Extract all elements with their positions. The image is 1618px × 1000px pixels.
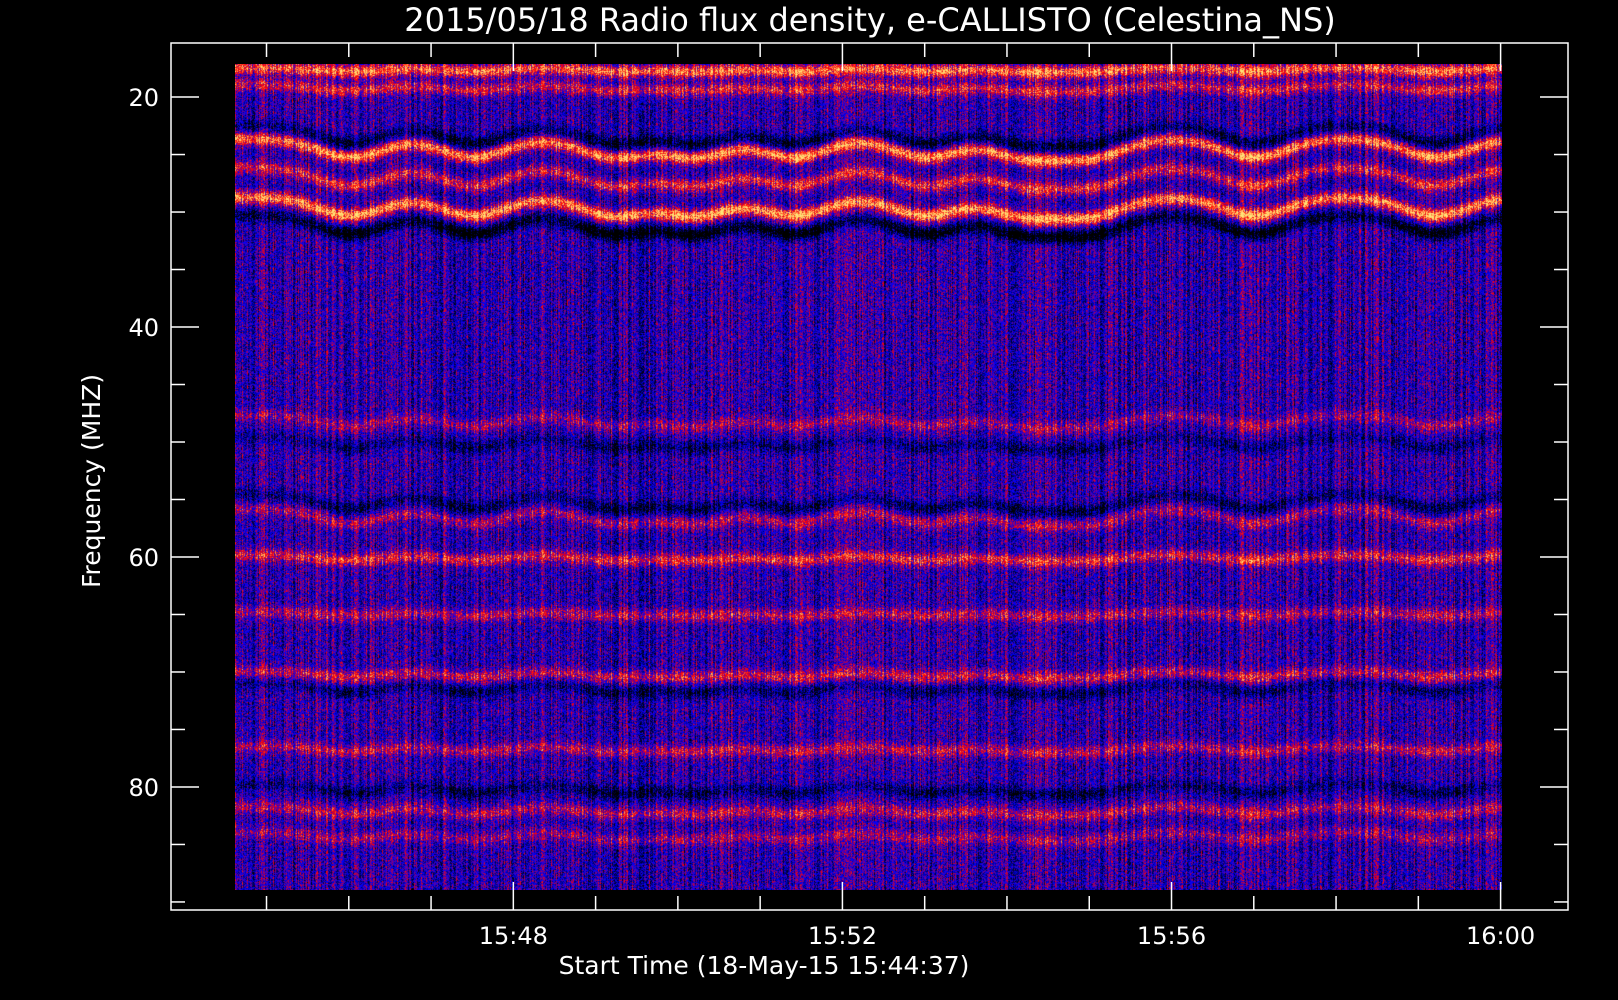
y-tick-label: 60 <box>128 544 159 572</box>
chart-title: 2015/05/18 Radio flux density, e-CALLIST… <box>404 1 1336 39</box>
y-tick-label: 20 <box>128 84 159 112</box>
y-axis-tick-labels: 20 40 60 80 <box>128 84 159 802</box>
x-axis-tick-labels: 15:48 15:52 15:56 16:00 <box>479 922 1535 950</box>
spectrogram-chart: 2015/05/18 Radio flux density, e-CALLIST… <box>77 1 1569 980</box>
y-axis-title: Frequency (MHZ) <box>77 374 106 588</box>
x-axis-title: Start Time (18-May-15 15:44:37) <box>559 951 970 980</box>
x-tick-label: 15:52 <box>808 922 877 950</box>
x-tick-label: 15:48 <box>479 922 548 950</box>
y-tick-label: 80 <box>128 774 159 802</box>
y-tick-label: 40 <box>128 314 159 342</box>
x-tick-label: 15:56 <box>1137 922 1206 950</box>
x-tick-label: 16:00 <box>1466 922 1535 950</box>
spectrogram-image <box>235 64 1502 890</box>
